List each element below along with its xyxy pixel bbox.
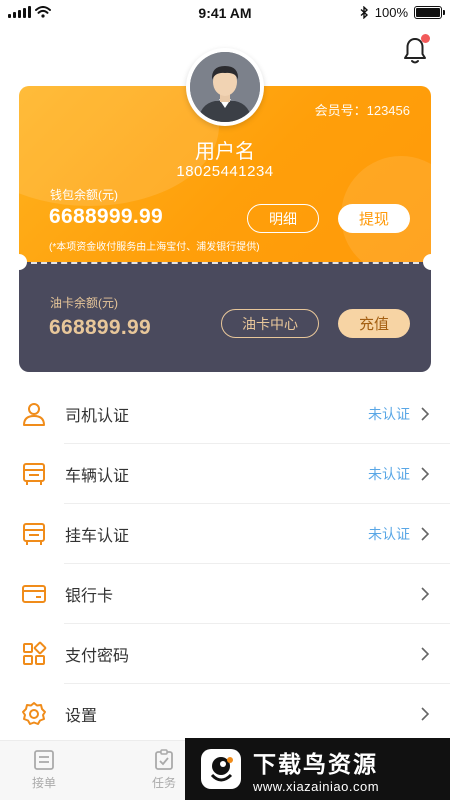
status-bar: 9:41 AM 100% [0,0,450,28]
wallet-balance-label: 钱包余额(元) [50,188,118,202]
grid-icon [20,640,48,668]
card-notch-right [423,254,439,270]
menu-item-label: 车辆认证 [65,468,130,485]
menu-item-label: 设置 [65,708,98,725]
menu-item-label: 司机认证 [65,408,130,425]
tab-orders[interactable]: 接单 [14,749,74,791]
card-notch-left [11,254,27,270]
watermark-url: www.xiazainiao.com [253,778,380,794]
battery-fill [416,8,440,17]
menu-item-label: 挂车认证 [65,528,130,545]
menu-item-payment-password[interactable]: 支付密码 [0,624,450,684]
fuel-balance-label: 油卡余额(元) [50,296,118,310]
menu-item-label: 支付密码 [65,648,130,665]
watermark: 下载鸟资源 www.xiazainiao.com [185,738,450,800]
watermark-title: 下载鸟资源 [253,750,378,777]
verification-status: 未认证 [368,466,410,482]
chevron-right-icon [421,407,430,421]
user-avatar-icon [190,52,260,122]
menu-item-vehicle-verification[interactable]: 车辆认证 未认证 [0,444,450,504]
phone-number: 18025441234 [176,163,274,180]
gear-icon [20,700,48,728]
funds-service-note: (*本项资金收付服务由上海宝付、浦发银行提供) [49,242,260,253]
status-right: 100% [360,5,445,20]
menu-item-trailer-verification[interactable]: 挂车认证 未认证 [0,504,450,564]
verification-status: 未认证 [368,406,410,422]
member-number: 会员号：123456 [314,103,410,118]
avatar[interactable] [186,48,264,126]
settings-menu: 司机认证 未认证 车辆认证 未认证 挂车认证 未认证 银行卡 支付密码 设置 [0,384,450,744]
task-icon [155,749,173,770]
chevron-right-icon [421,467,430,481]
chevron-right-icon [421,647,430,661]
tab-label: 接单 [31,776,56,790]
card-perforation [31,262,419,264]
withdraw-button[interactable]: 提现 [338,204,410,233]
watermark-text: 下载鸟资源 www.xiazainiao.com [253,745,379,794]
watermark-logo [201,749,241,789]
username: 用户名 [195,141,255,163]
detail-button[interactable]: 明细 [247,204,319,233]
avatar-image [190,52,260,122]
recharge-button[interactable]: 充值 [338,309,410,338]
fuel-center-button[interactable]: 油卡中心 [221,309,319,338]
verification-status: 未认证 [368,526,410,542]
chevron-right-icon [421,707,430,721]
battery-icon [414,6,445,19]
order-icon [34,750,54,770]
fuel-balance-amount: 668899.99 [49,316,151,339]
chevron-right-icon [421,587,430,601]
notification-button[interactable] [402,34,430,66]
notification-dot [421,34,430,43]
truck-icon [20,460,48,488]
chevron-right-icon [421,527,430,541]
menu-item-settings[interactable]: 设置 [0,684,450,744]
trailer-icon [20,520,48,548]
battery-percent: 100% [374,5,408,20]
driver-icon [20,400,48,428]
menu-item-bank-card[interactable]: 银行卡 [0,564,450,624]
bluetooth-icon [360,6,368,19]
menu-item-driver-verification[interactable]: 司机认证 未认证 [0,384,450,444]
menu-item-label: 银行卡 [65,588,114,605]
wallet-balance-amount: 6688999.99 [49,205,163,228]
bank-card-icon [20,580,48,608]
tab-label: 任务 [151,776,176,790]
